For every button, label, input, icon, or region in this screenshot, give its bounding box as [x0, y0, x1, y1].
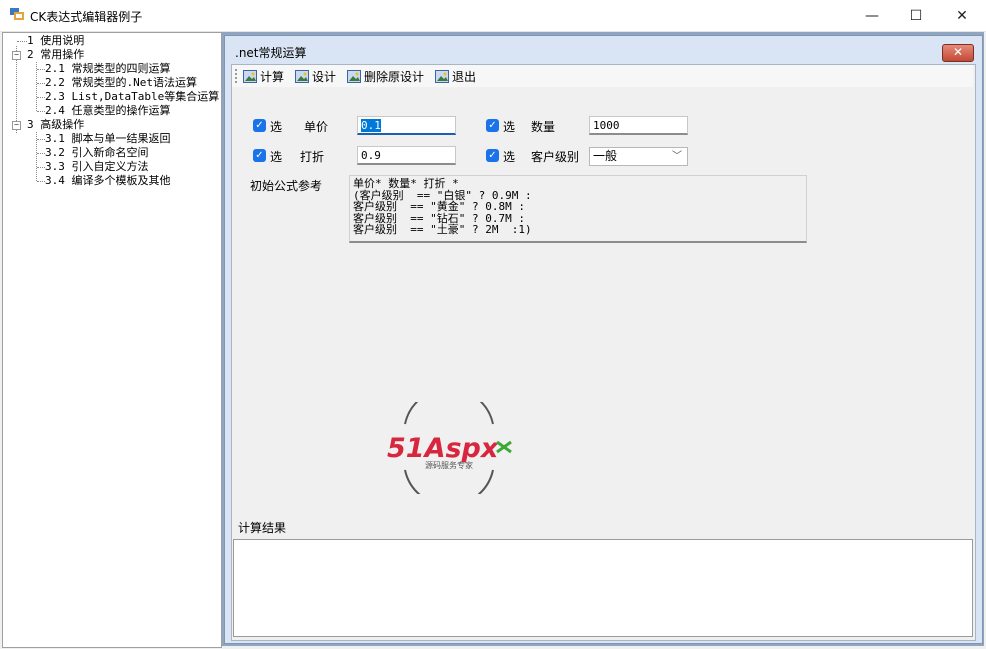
checkbox-label: 选 — [503, 120, 516, 134]
design-label: 设计 — [312, 69, 337, 84]
toolbar-grip[interactable] — [235, 69, 239, 83]
quantity-label: 数量 — [531, 120, 556, 134]
title-bar: CK表达式编辑器例子 — ☐ ✕ — [0, 0, 986, 32]
quantity-checkbox[interactable]: ✓ — [486, 119, 499, 132]
formula-label: 初始公式参考 — [250, 179, 323, 193]
formula-textbox[interactable]: 单价* 数量* 打折 * (客户级别 == "白银" ? 0.9M : 客户级别… — [349, 175, 807, 243]
logo-x-mark — [496, 440, 512, 454]
tree-node-2-3[interactable]: 2.3 List,DataTable等集合运算 — [45, 90, 219, 104]
calc-button[interactable]: 计算 — [243, 67, 284, 85]
navigation-tree[interactable]: 1 使用说明 − 2 常用操作 2.1 常规类型的四则运算 2.2 常规类型的.… — [2, 32, 222, 648]
image-icon — [347, 69, 361, 83]
quantity-input[interactable]: 1000 — [589, 116, 688, 135]
collapse-icon[interactable]: − — [12, 121, 21, 130]
exit-label: 退出 — [452, 69, 477, 84]
tree-line — [37, 69, 45, 70]
result-textbox[interactable] — [233, 539, 973, 637]
tree-line — [37, 153, 45, 154]
delete-design-button[interactable]: 删除原设计 — [347, 67, 424, 85]
logo-subtitle: 源码服务专家 — [425, 460, 473, 470]
customer-level-value: 一般 — [593, 149, 618, 163]
tree-line — [17, 41, 27, 42]
tree-node-2[interactable]: 2 常用操作 — [27, 48, 84, 62]
maximize-button[interactable]: ☐ — [893, 0, 939, 31]
unit-price-value: 0.1 — [361, 119, 381, 132]
tree-line — [37, 139, 45, 140]
window-title: CK表达式编辑器例子 — [30, 10, 143, 24]
discount-checkbox[interactable]: ✓ — [253, 149, 266, 162]
unit-price-label: 单价 — [304, 120, 329, 134]
unit-price-input[interactable]: 0.1 — [357, 116, 456, 135]
quantity-value: 1000 — [593, 119, 620, 132]
collapse-icon[interactable]: − — [12, 51, 21, 60]
formula-line: 客户级别 == "黄金" ? 0.8M : — [353, 200, 525, 213]
tree-node-1[interactable]: 1 使用说明 — [27, 34, 84, 48]
close-button[interactable]: ✕ — [939, 0, 985, 31]
checkbox-label: 选 — [270, 120, 283, 134]
customer-level-label: 客户级别 — [531, 150, 580, 164]
calc-label: 计算 — [260, 69, 285, 84]
design-button[interactable]: 设计 — [295, 67, 336, 85]
child-close-button[interactable]: ✕ — [942, 44, 974, 62]
tree-line — [37, 181, 45, 182]
tree-line — [37, 111, 45, 112]
discount-input[interactable]: 0.9 — [357, 146, 456, 165]
minimize-button[interactable]: — — [849, 0, 895, 31]
image-icon — [295, 69, 309, 83]
customer-level-checkbox[interactable]: ✓ — [486, 149, 499, 162]
result-label: 计算结果 — [238, 521, 287, 535]
formula-line: 单价* 数量* 打折 * — [353, 177, 459, 190]
tree-node-3-1[interactable]: 3.1 脚本与单一结果返回 — [45, 132, 171, 146]
exit-button[interactable]: 退出 — [435, 67, 476, 85]
tree-node-2-1[interactable]: 2.1 常规类型的四则运算 — [45, 62, 171, 76]
tree-line — [37, 97, 45, 98]
logo-text: 51Aspx — [387, 433, 500, 464]
chevron-down-icon: ﹀ — [672, 151, 682, 162]
delete-design-label: 删除原设计 — [364, 69, 425, 84]
tree-node-3-4[interactable]: 3.4 编译多个模板及其他 — [45, 174, 171, 188]
checkbox-label: 选 — [270, 150, 283, 164]
image-icon — [243, 69, 257, 83]
formula-line: 客户级别 == "土豪" ? 2M :1) — [353, 223, 532, 236]
app-icon — [10, 8, 24, 20]
customer-level-select[interactable]: 一般 ﹀ — [589, 147, 688, 166]
toolbar — [232, 65, 973, 87]
child-window-title: .net常规运算 — [235, 46, 307, 60]
tree-node-2-2[interactable]: 2.2 常规类型的.Net语法运算 — [45, 76, 197, 90]
unit-price-checkbox[interactable]: ✓ — [253, 119, 266, 132]
tree-node-3-2[interactable]: 3.2 引入新命名空间 — [45, 146, 149, 160]
tree-line — [37, 83, 45, 84]
tree-node-2-4[interactable]: 2.4 任意类型的操作运算 — [45, 104, 171, 118]
image-icon — [435, 69, 449, 83]
discount-value: 0.9 — [361, 149, 381, 162]
logo-watermark: 51Aspx 源码服务专家 — [387, 402, 512, 494]
tree-node-3[interactable]: 3 高级操作 — [27, 118, 84, 132]
discount-label: 打折 — [300, 150, 325, 164]
tree-node-3-3[interactable]: 3.3 引入自定义方法 — [45, 160, 149, 174]
checkbox-label: 选 — [503, 150, 516, 164]
tree-line — [37, 167, 45, 168]
